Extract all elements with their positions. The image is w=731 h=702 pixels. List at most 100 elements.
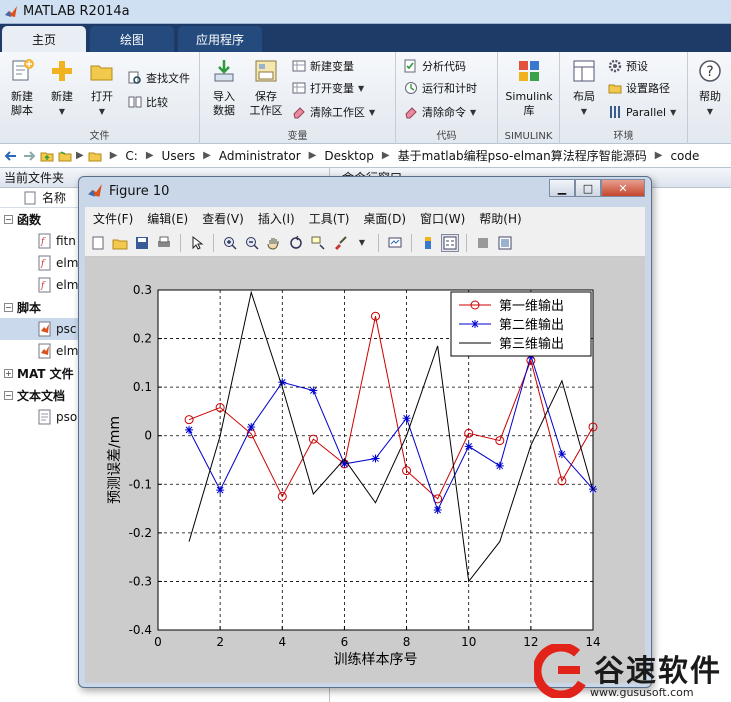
legend-button[interactable] bbox=[441, 233, 459, 252]
clear-commands-button[interactable]: 清除命令 ▼ bbox=[404, 102, 476, 122]
help-button[interactable]: ? 帮助 ▼ bbox=[690, 58, 730, 119]
svg-text:?: ? bbox=[706, 64, 713, 80]
find-files-button[interactable]: 查找文件 bbox=[128, 68, 190, 88]
forward-arrow-icon[interactable] bbox=[22, 149, 36, 163]
save-workspace-icon bbox=[255, 60, 277, 82]
link-plot-button[interactable] bbox=[386, 234, 404, 252]
close-icon: ✕ bbox=[618, 181, 628, 195]
simulink-library-button[interactable]: Simulink 库 bbox=[502, 58, 556, 118]
show-plot-tools-icon bbox=[498, 236, 512, 249]
tab-plots[interactable]: 绘图 bbox=[90, 26, 174, 52]
zoom-out-button[interactable] bbox=[243, 234, 261, 252]
print-figure-button[interactable] bbox=[155, 234, 173, 252]
run-and-time-button[interactable]: 运行和计时 bbox=[404, 78, 477, 98]
sep-icon: ▶ bbox=[203, 150, 211, 161]
data-point bbox=[433, 506, 442, 515]
save-figure-button[interactable] bbox=[133, 234, 151, 252]
menu-view[interactable]: 查看(V) bbox=[202, 210, 244, 227]
analyze-code-label: 分析代码 bbox=[422, 60, 466, 73]
x-tick-label: 10 bbox=[461, 635, 476, 649]
find-files-icon bbox=[128, 71, 141, 84]
parallel-button[interactable]: Parallel ▼ bbox=[608, 102, 676, 122]
hide-plot-tools-button[interactable] bbox=[474, 234, 492, 252]
open-variable-button[interactable]: 打开变量 ▼ bbox=[292, 78, 364, 98]
menu-file[interactable]: 文件(F) bbox=[93, 210, 133, 227]
up-folder-icon[interactable] bbox=[40, 149, 54, 163]
compare-button[interactable]: 比较 bbox=[128, 92, 168, 112]
menu-insert[interactable]: 插入(I) bbox=[258, 210, 295, 227]
clear-workspace-button[interactable]: 清除工作区 ▼ bbox=[292, 102, 375, 122]
brush-button[interactable] bbox=[331, 234, 349, 252]
layout-button[interactable]: 布局 ▼ bbox=[564, 58, 604, 119]
tab-apps[interactable]: 应用程序 bbox=[178, 26, 262, 52]
menu-window[interactable]: 窗口(W) bbox=[420, 210, 465, 227]
tab-home[interactable]: 主页 bbox=[2, 26, 86, 52]
name-column-label: 名称 bbox=[42, 191, 67, 205]
menu-edit[interactable]: 编辑(E) bbox=[147, 210, 188, 227]
set-path-button[interactable]: 设置路径 bbox=[608, 78, 670, 98]
edit-plot-button[interactable] bbox=[188, 234, 206, 252]
collapse-icon[interactable]: − bbox=[4, 302, 13, 312]
breadcrumb-item[interactable]: Desktop bbox=[324, 149, 374, 163]
data-point bbox=[402, 414, 411, 423]
sep-icon: ▶ bbox=[381, 150, 390, 161]
menu-desktop[interactable]: 桌面(D) bbox=[363, 210, 406, 227]
rotate-3d-icon bbox=[290, 235, 302, 249]
analyze-code-button[interactable]: 分析代码 bbox=[404, 56, 466, 76]
zoom-in-button[interactable] bbox=[221, 234, 239, 252]
minimize-button[interactable]: ▁ bbox=[549, 179, 575, 197]
chevron-down-icon: ▼ bbox=[670, 107, 677, 117]
new-button[interactable]: 新建 ▼ bbox=[42, 58, 82, 119]
plus-icon bbox=[52, 61, 72, 81]
browse-folder-icon[interactable] bbox=[58, 149, 72, 163]
breadcrumb-item[interactable]: C: bbox=[125, 149, 137, 163]
save-workspace-button[interactable]: 保存 工作区 bbox=[246, 58, 286, 118]
new-script-button[interactable]: 新建 脚本 bbox=[2, 58, 42, 118]
eraser-icon bbox=[293, 107, 305, 119]
watermark-brand: 谷速软件 bbox=[594, 654, 722, 689]
file-icon bbox=[24, 191, 36, 204]
preferences-button[interactable]: 预设 bbox=[608, 56, 648, 76]
open-file-button[interactable] bbox=[111, 234, 129, 252]
legend-label: 第二维输出 bbox=[499, 317, 564, 333]
back-arrow-icon[interactable] bbox=[4, 149, 18, 163]
breadcrumb-item[interactable]: Users bbox=[162, 149, 196, 163]
new-figure-button[interactable] bbox=[89, 234, 107, 252]
close-button[interactable]: ✕ bbox=[601, 179, 645, 197]
colorbar-button[interactable] bbox=[419, 234, 437, 252]
new-script-label: 新建 脚本 bbox=[11, 90, 33, 117]
expand-icon[interactable]: + bbox=[4, 368, 13, 378]
legend-label: 第三维输出 bbox=[499, 336, 564, 352]
collapse-icon[interactable]: − bbox=[4, 390, 13, 400]
plot-area[interactable]: 0 2 4 6 8 10 12 14 -0.4 -0.3 -0.2 -0.1 0 0.1 0.2 0.3 训练样… bbox=[85, 257, 645, 683]
new-variable-button[interactable]: 新建变量 bbox=[292, 56, 354, 76]
crumb-separator-icon: ▶ bbox=[76, 150, 84, 161]
watermark: 谷速软件 www.gususoft.com bbox=[528, 640, 731, 702]
maximize-button[interactable]: □ bbox=[575, 179, 601, 197]
zoom-in-icon bbox=[224, 236, 237, 249]
breadcrumb-item[interactable]: code bbox=[670, 149, 699, 163]
open-variable-icon bbox=[292, 82, 306, 94]
minimize-icon: ▁ bbox=[557, 181, 567, 195]
rotate-button[interactable] bbox=[287, 234, 305, 252]
chevron-down-icon: ▼ bbox=[369, 107, 376, 117]
help-label: 帮助 bbox=[699, 90, 721, 103]
import-data-button[interactable]: 导入 数据 bbox=[204, 58, 244, 118]
show-plot-tools-button[interactable] bbox=[496, 234, 514, 252]
breadcrumb-item[interactable]: Administrator bbox=[219, 149, 301, 163]
zoom-out-icon bbox=[246, 236, 259, 249]
menu-tools[interactable]: 工具(T) bbox=[309, 210, 350, 227]
brush-dropdown[interactable]: ▼ bbox=[353, 234, 371, 252]
open-button[interactable]: 打开 ▼ bbox=[82, 58, 122, 119]
breadcrumb-item[interactable]: 基于matlab编程pso-elman算法程序智能源码 bbox=[398, 147, 647, 164]
ribbon-group-help: ? 帮助 ▼ bbox=[688, 52, 731, 144]
data-cursor-button[interactable] bbox=[309, 234, 327, 252]
run-and-time-icon bbox=[405, 82, 417, 94]
analyze-code-icon bbox=[404, 59, 416, 73]
collapse-icon[interactable]: − bbox=[4, 214, 13, 224]
compare-icon bbox=[128, 96, 142, 108]
script-file-icon bbox=[38, 321, 51, 337]
import-data-label: 导入 数据 bbox=[213, 90, 235, 117]
pan-button[interactable] bbox=[265, 234, 283, 252]
menu-help[interactable]: 帮助(H) bbox=[479, 210, 521, 227]
